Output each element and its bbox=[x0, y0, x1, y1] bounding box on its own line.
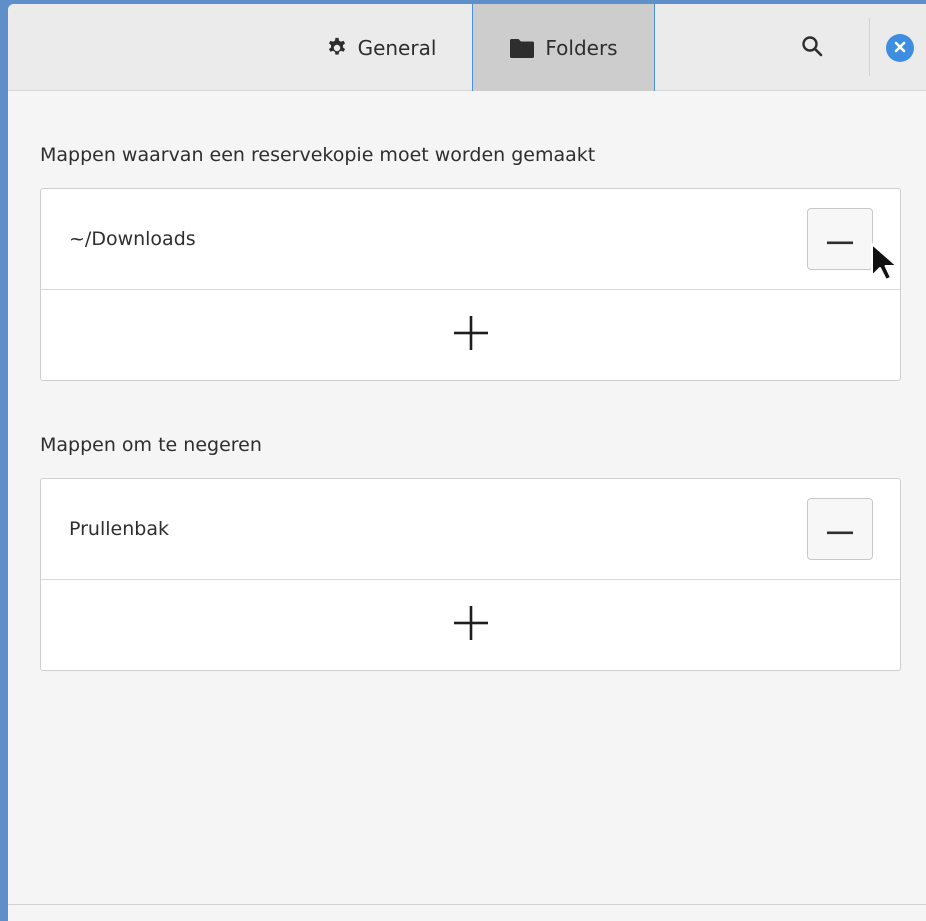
folder-icon bbox=[509, 37, 535, 59]
ignore-section-title: Mappen om te negeren bbox=[40, 434, 262, 456]
mouse-cursor-icon bbox=[871, 243, 898, 281]
backup-section-title: Mappen waarvan een reservekopie moet wor… bbox=[40, 144, 596, 166]
folder-path-label: ~/Downloads bbox=[69, 228, 196, 250]
remove-folder-button[interactable] bbox=[807, 208, 873, 270]
search-icon bbox=[801, 35, 823, 61]
tab-general[interactable]: General bbox=[291, 4, 471, 91]
backup-preferences-window: General Folders Mappen waarvan een reser… bbox=[8, 4, 926, 921]
tab-folders[interactable]: Folders bbox=[472, 4, 655, 91]
plus-icon bbox=[453, 606, 488, 644]
header-bar: General Folders bbox=[8, 4, 926, 91]
minus-icon bbox=[827, 520, 853, 539]
backup-folder-list: ~/Downloads bbox=[40, 188, 901, 381]
header-separator bbox=[869, 18, 870, 76]
bottom-divider bbox=[8, 904, 926, 905]
close-icon bbox=[893, 39, 907, 58]
plus-icon bbox=[453, 316, 488, 354]
tab-folders-label: Folders bbox=[545, 35, 618, 60]
add-folder-button[interactable] bbox=[41, 580, 900, 670]
tab-general-label: General bbox=[357, 35, 437, 60]
list-item: Prullenbak bbox=[41, 479, 900, 580]
close-button[interactable] bbox=[886, 34, 914, 62]
folder-path-label: Prullenbak bbox=[69, 518, 169, 540]
remove-folder-button[interactable] bbox=[807, 498, 873, 560]
ignore-folder-list: Prullenbak bbox=[40, 478, 901, 671]
search-button[interactable] bbox=[790, 26, 834, 70]
gear-icon bbox=[326, 37, 348, 59]
add-folder-button[interactable] bbox=[41, 290, 900, 380]
list-item: ~/Downloads bbox=[41, 189, 900, 290]
minus-icon bbox=[827, 230, 853, 249]
